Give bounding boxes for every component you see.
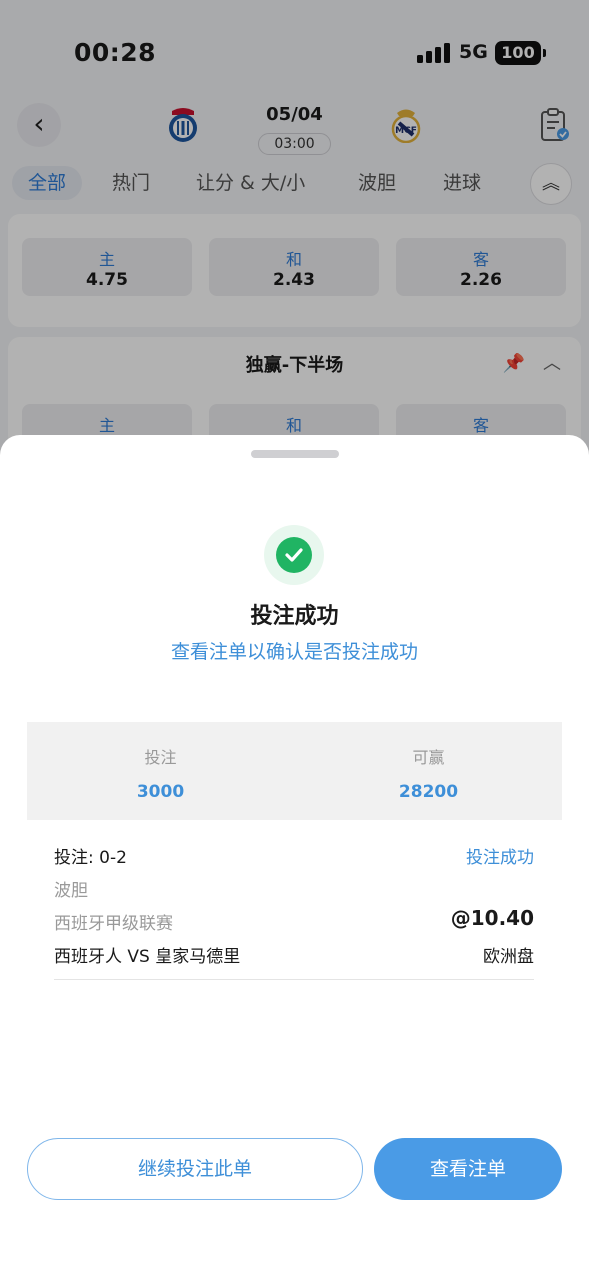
bet-market: 波胆: [54, 881, 88, 901]
success-title: 投注成功: [250, 604, 339, 629]
bet-league: 西班牙甲级联赛: [54, 914, 173, 934]
view-bets-button[interactable]: 查看注单: [374, 1138, 562, 1200]
bet-selection: 投注: 0-2: [54, 848, 127, 868]
stake-value: 3000: [136, 782, 185, 802]
stake-label: 投注: [144, 748, 177, 767]
payout-value: 28200: [398, 782, 459, 802]
success-subtitle: 查看注单以确认是否投注成功: [170, 641, 418, 663]
continue-betting-button[interactable]: 继续投注此单: [27, 1138, 363, 1200]
sheet-grabber[interactable]: [251, 450, 339, 458]
odds-type: 欧洲盘: [483, 947, 534, 967]
payout-label: 可赢: [412, 748, 445, 767]
bet-success-sheet: 投注成功 查看注单以确认是否投注成功 投注 3000 可赢 28200 投注: …: [0, 435, 589, 1280]
bet-detail: 投注: 0-2 投注成功 波胆 西班牙甲级联赛 @10.40 西班牙人 VS 皇…: [54, 840, 534, 980]
bet-status: 投注成功: [466, 848, 534, 868]
bet-odds: @10.40: [450, 906, 534, 930]
bet-teams: 西班牙人 VS 皇家马德里: [54, 947, 241, 967]
bet-summary: 投注 3000 可赢 28200: [27, 722, 562, 820]
success-check-icon: [264, 525, 324, 585]
